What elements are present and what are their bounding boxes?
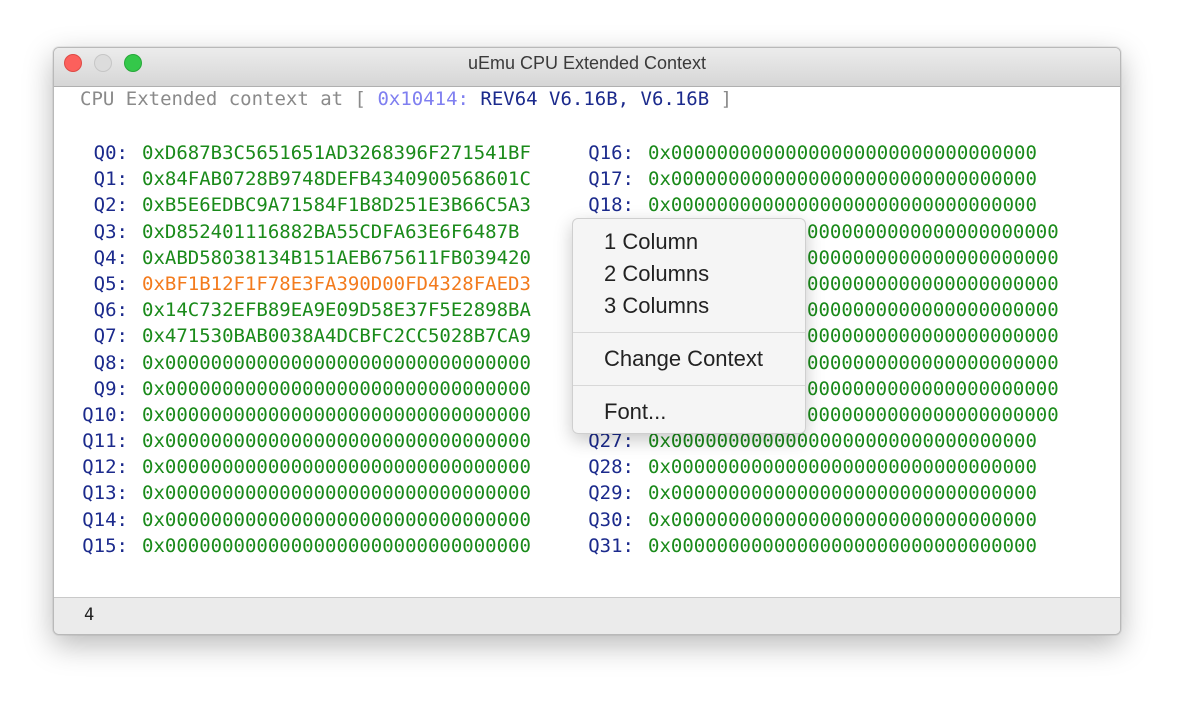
register-name: Q15: — [82, 534, 128, 557]
register-name: Q5: — [93, 272, 128, 295]
menu-item-1-column[interactable]: 1 Column — [604, 227, 698, 257]
register-value[interactable]: 0000000000000000000000 — [807, 245, 1059, 271]
register-value[interactable]: 0000000000000000000000 — [807, 271, 1059, 297]
register-name: Q29: — [588, 482, 634, 505]
register-value[interactable]: 0x00000000000000000000000000000000 — [142, 507, 531, 533]
register-value[interactable]: 0x00000000000000000000000000000000 — [142, 350, 531, 376]
register-value[interactable]: 0x00000000000000000000000000000000 — [648, 507, 1037, 533]
window-title: uEmu CPU Extended Context — [467, 53, 707, 73]
register-value[interactable]: 0000000000000000000000 — [807, 402, 1059, 428]
register-name: Q16: — [588, 142, 634, 164]
register-value[interactable]: 0x00000000000000000000000000000000 — [648, 166, 1037, 192]
menu-item-change-context[interactable]: Change Context — [604, 344, 763, 374]
register-name: Q0: — [93, 142, 128, 164]
register-name: Q28: — [588, 456, 634, 479]
register-value[interactable]: 0x00000000000000000000000000000000 — [648, 533, 1037, 559]
register-value[interactable]: 0000000000000000000000 — [807, 323, 1059, 349]
register-name: Q17: — [588, 168, 634, 191]
register-value[interactable]: 0000000000000000000000 — [807, 219, 1059, 245]
register-name: Q11: — [82, 430, 128, 453]
register-name: Q10: — [82, 403, 128, 426]
instruction-address: 0x10414: — [377, 88, 469, 110]
register-value[interactable]: 0000000000000000000000 — [807, 376, 1059, 402]
register-value[interactable]: 0x00000000000000000000000000000000 — [142, 533, 531, 559]
register-name: Q3: — [93, 220, 128, 243]
instruction-text: REV64 V6.16B, V6.16B — [480, 88, 710, 110]
register-value[interactable]: 0000000000000000000000 — [807, 350, 1059, 376]
register-name: Q30: — [588, 508, 634, 531]
register-value[interactable]: 0xD852401116882BA55CDFA63E6F6487B — [142, 219, 520, 245]
menu-item-3-columns[interactable]: 3 Columns — [604, 291, 709, 321]
register-value[interactable]: 0x00000000000000000000000000000000 — [142, 480, 531, 506]
title-bar[interactable]: uEmu CPU Extended Context — [54, 48, 1120, 87]
register-value[interactable]: 0x14C732EFB89EA9E09D58E37F5E2898BA — [142, 297, 531, 323]
register-value[interactable]: 0x00000000000000000000000000000000 — [142, 454, 531, 480]
register-name: Q13: — [82, 482, 128, 505]
register-value[interactable]: 0x00000000000000000000000000000000 — [648, 454, 1037, 480]
register-value[interactable]: 0xD687B3C5651651AD3268396F271541BF — [142, 140, 531, 166]
register-name: Q8: — [93, 351, 128, 374]
register-name: Q18: — [588, 194, 634, 217]
menu-separator — [573, 332, 805, 333]
menu-separator — [573, 385, 805, 386]
register-value[interactable]: 0x00000000000000000000000000000000 — [142, 402, 531, 428]
register-name: Q31: — [588, 534, 634, 557]
menu-item-font[interactable]: Font... — [604, 397, 666, 427]
register-name: Q7: — [93, 325, 128, 348]
status-text: 4 — [84, 605, 95, 625]
register-value[interactable]: 0x00000000000000000000000000000000 — [142, 428, 531, 454]
register-name: Q4: — [93, 246, 128, 269]
header-suffix: ] — [720, 88, 733, 110]
context-menu: 1 Column 2 Columns 3 Columns Change Cont… — [572, 218, 806, 434]
register-value[interactable]: 0x00000000000000000000000000000000 — [142, 376, 531, 402]
register-value[interactable]: 0x00000000000000000000000000000000 — [648, 480, 1037, 506]
menu-item-2-columns[interactable]: 2 Columns — [604, 259, 709, 289]
register-value[interactable]: 0xABD58038134B151AEB675611FB039420 — [142, 245, 531, 271]
register-name: Q14: — [82, 508, 128, 531]
register-value[interactable]: 0x471530BAB0038A4DCBFC2CC5028B7CA9 — [142, 323, 531, 349]
register-value[interactable]: 0x84FAB0728B9748DEFB4340900568601C — [142, 166, 531, 192]
status-bar: 4 — [54, 597, 1120, 634]
register-name: Q6: — [93, 299, 128, 322]
register-value[interactable]: 0xB5E6EDBC9A71584F1B8D251E3B66C5A3 — [142, 192, 531, 218]
register-value[interactable]: 0x00000000000000000000000000000000 — [648, 140, 1037, 166]
header-prefix: CPU Extended context at [ — [80, 88, 366, 110]
register-value[interactable]: 0xBF1B12F1F78E3FA390D00FD4328FAED3 — [142, 271, 531, 297]
register-value[interactable]: 0000000000000000000000 — [807, 297, 1059, 323]
register-name: Q2: — [93, 194, 128, 217]
register-name: Q1: — [93, 168, 128, 191]
register-value[interactable]: 0x00000000000000000000000000000000 — [648, 192, 1037, 218]
register-name: Q9: — [93, 377, 128, 400]
context-header: CPU Extended context at [ 0x10414: REV64… — [80, 88, 732, 110]
register-name: Q12: — [82, 456, 128, 479]
